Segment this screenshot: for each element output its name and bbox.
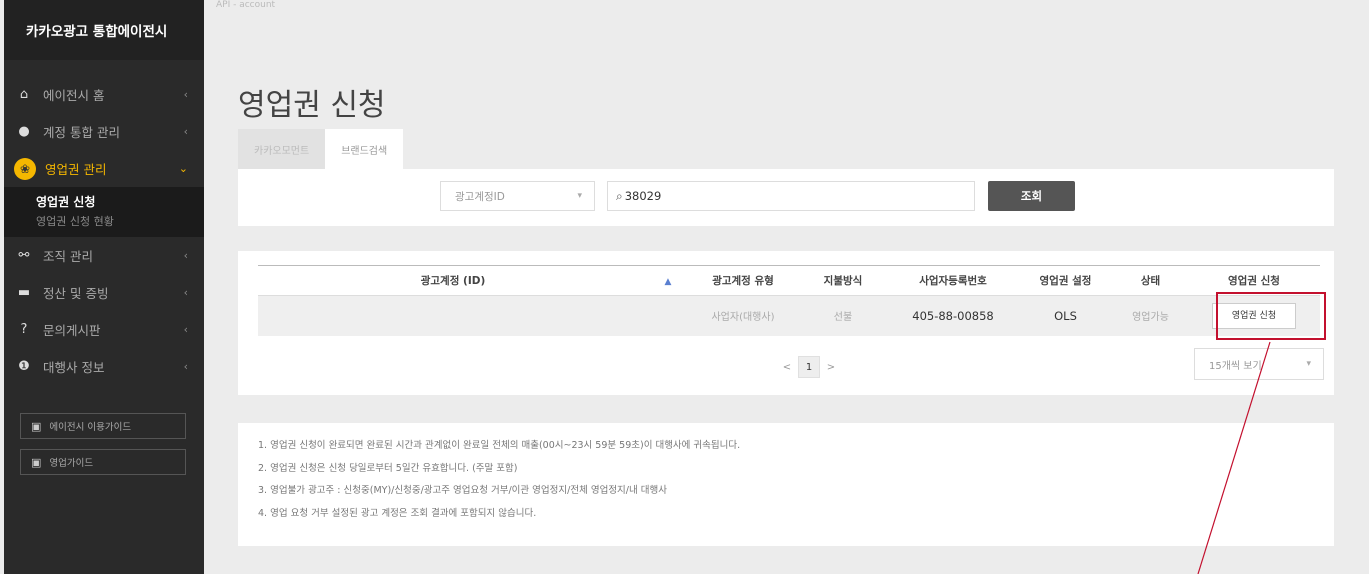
page-button-current[interactable]: 1: [798, 356, 820, 378]
sidebar-item-label: 영업권 관리: [45, 162, 107, 177]
sort-column[interactable]: ▲: [648, 265, 688, 296]
sidebar-item-label: 에이전시 홈: [43, 88, 105, 103]
sidebar-item-label: 계정 통합 관리: [43, 125, 120, 140]
column-header-apply: 영업권 신청: [1188, 265, 1320, 296]
column-header-account[interactable]: 광고계정 (ID): [258, 265, 648, 296]
sidebar-menu: ⌂ 에이전시 홈 ‹ ● 계정 통합 관리 ‹ ❀ 영업권 관리 ⌄ 영업권 신…: [4, 76, 204, 385]
group-icon: ❀: [14, 157, 36, 180]
sidebar: 카카오광고 통합에이전시 ⌂ 에이전시 홈 ‹ ● 계정 통합 관리 ‹ ❀ 영…: [4, 0, 204, 574]
tab-brand-search[interactable]: 브랜드검색: [325, 129, 404, 169]
result-panel: 광고계정 (ID) ▲ 광고계정 유형 지불방식 사업자등록번호 영업권 설정 …: [238, 251, 1334, 395]
user-icon: ●: [18, 124, 30, 139]
chevron-down-icon: ⌄: [178, 162, 188, 175]
search-icon: ⌕: [616, 188, 623, 203]
header-label: 광고계정 (ID): [420, 275, 486, 287]
breadcrumb: API - account: [216, 0, 276, 10]
column-header-setting: 영업권 설정: [1018, 265, 1113, 296]
cell-empty: [648, 295, 688, 336]
submenu-item-apply[interactable]: 영업권 신청: [4, 191, 204, 211]
note-line: 4. 영업 요청 거부 설정된 광고 계정은 조회 결과에 포함되지 않습니다.: [258, 507, 537, 519]
agency-guide-button[interactable]: ▣ 에이전시 이용가이드: [20, 413, 186, 439]
sales-guide-button[interactable]: ▣ 영업가이드: [20, 449, 186, 475]
search-panel: 광고계정ID ▾ ⌕ 38029 조회: [238, 169, 1334, 226]
column-header-type: 광고계정 유형: [688, 265, 798, 296]
search-query: 38029: [624, 189, 662, 203]
sidebar-item-label: 문의게시판: [43, 323, 101, 338]
notes-panel: 1. 영업권 신청이 완료되면 완료된 시간과 관계없이 완료일 전체의 매출(…: [238, 423, 1334, 546]
document-icon: ▣: [31, 455, 42, 469]
brand-logo[interactable]: 카카오광고 통합에이전시: [4, 0, 204, 60]
sidebar-item-label: 조직 관리: [43, 249, 93, 264]
table-row: 사업자(대행사) 선불 405-88-00858 OLS 영업가능 영업권 신청: [258, 295, 1320, 336]
document-icon: ▣: [31, 419, 42, 433]
chevron-left-icon: ‹: [183, 88, 188, 101]
search-type-select[interactable]: 광고계정ID ▾: [440, 181, 595, 211]
briefcase-icon: ▬: [17, 285, 31, 300]
note-line: 2. 영업권 신청은 신청 당일로부터 5일간 유효합니다. (주말 포함): [258, 462, 518, 474]
chevron-left-icon: ‹: [183, 323, 188, 336]
note-line: 3. 영업불가 광고주 : 신청중(MY)/신청중/광고주 영업요청 거부/이관…: [258, 485, 667, 496]
tab-bar: 카카오모먼트 브랜드검색: [238, 129, 404, 169]
cell-status: 영업가능: [1113, 295, 1188, 336]
cell-payment: 선불: [798, 295, 888, 336]
prev-page-button[interactable]: <: [776, 356, 798, 378]
org-chart-icon: ⚯: [18, 248, 30, 263]
column-header-status: 상태: [1113, 265, 1188, 296]
guide-label: 영업가이드: [49, 458, 94, 469]
tab-kakao-moment[interactable]: 카카오모먼트: [238, 129, 326, 169]
sidebar-item-organization[interactable]: ⚯ 조직 관리 ‹: [4, 237, 204, 274]
table-header-row: 광고계정 (ID) ▲ 광고계정 유형 지불방식 사업자등록번호 영업권 설정 …: [258, 265, 1320, 296]
chevron-left-icon: ‹: [183, 286, 188, 299]
per-page-value: 15개씩 보기: [1209, 360, 1262, 372]
column-header-biz-no: 사업자등록번호: [888, 265, 1018, 296]
search-button[interactable]: 조회: [988, 181, 1075, 211]
info-icon: ❶: [18, 359, 30, 374]
guide-links: ▣ 에이전시 이용가이드 ▣ 영업가이드: [4, 413, 204, 475]
apply-sales-right-button[interactable]: 영업권 신청: [1212, 302, 1296, 329]
chevron-left-icon: ‹: [183, 125, 188, 138]
sidebar-item-label: 정산 및 증빙: [43, 286, 109, 301]
note-line: 1. 영업권 신청이 완료되면 완료된 시간과 관계없이 완료일 전체의 매출(…: [258, 440, 741, 451]
next-page-button[interactable]: >: [820, 356, 842, 378]
sidebar-item-label: 대행사 정보: [43, 360, 105, 375]
sidebar-submenu: 영업권 신청 영업권 신청 현황: [4, 187, 204, 237]
question-icon: ?: [20, 322, 28, 337]
search-input[interactable]: ⌕ 38029: [607, 181, 975, 211]
per-page-select[interactable]: 15개씩 보기 ▾: [1194, 348, 1324, 380]
main-content: API - account 영업권 신청 카카오모먼트 브랜드검색 광고계정ID…: [204, 0, 1369, 574]
caret-down-icon: ▾: [1306, 359, 1311, 369]
cell-type: 사업자(대행사): [688, 295, 798, 336]
submenu-item-apply-status[interactable]: 영업권 신청 현황: [4, 211, 204, 231]
page-title: 영업권 신청: [238, 88, 386, 123]
sidebar-item-agency-home[interactable]: ⌂ 에이전시 홈 ‹: [4, 76, 204, 113]
sort-up-icon[interactable]: ▲: [665, 277, 672, 287]
chevron-left-icon: ‹: [183, 249, 188, 262]
sidebar-item-agency-info[interactable]: ❶ 대행사 정보 ‹: [4, 348, 204, 385]
results-table: 광고계정 (ID) ▲ 광고계정 유형 지불방식 사업자등록번호 영업권 설정 …: [258, 265, 1320, 336]
cell-biz-no: 405-88-00858: [888, 295, 1018, 336]
home-icon: ⌂: [19, 87, 29, 102]
chevron-left-icon: ‹: [183, 360, 188, 373]
sidebar-item-settlement[interactable]: ▬ 정산 및 증빙 ‹: [4, 274, 204, 311]
column-header-payment: 지불방식: [798, 265, 888, 296]
sidebar-item-account-management[interactable]: ● 계정 통합 관리 ‹: [4, 113, 204, 150]
cell-account: [258, 295, 648, 336]
select-value: 광고계정ID: [455, 190, 505, 203]
cell-setting: OLS: [1018, 295, 1113, 336]
sidebar-item-sales-rights[interactable]: ❀ 영업권 관리 ⌄: [4, 150, 204, 187]
sidebar-item-inquiry-board[interactable]: ? 문의게시판 ‹: [4, 311, 204, 348]
pagination: < 1 >: [776, 356, 842, 378]
cell-action: 영업권 신청: [1188, 295, 1320, 336]
guide-label: 에이전시 이용가이드: [49, 422, 132, 433]
caret-down-icon: ▾: [577, 191, 582, 201]
